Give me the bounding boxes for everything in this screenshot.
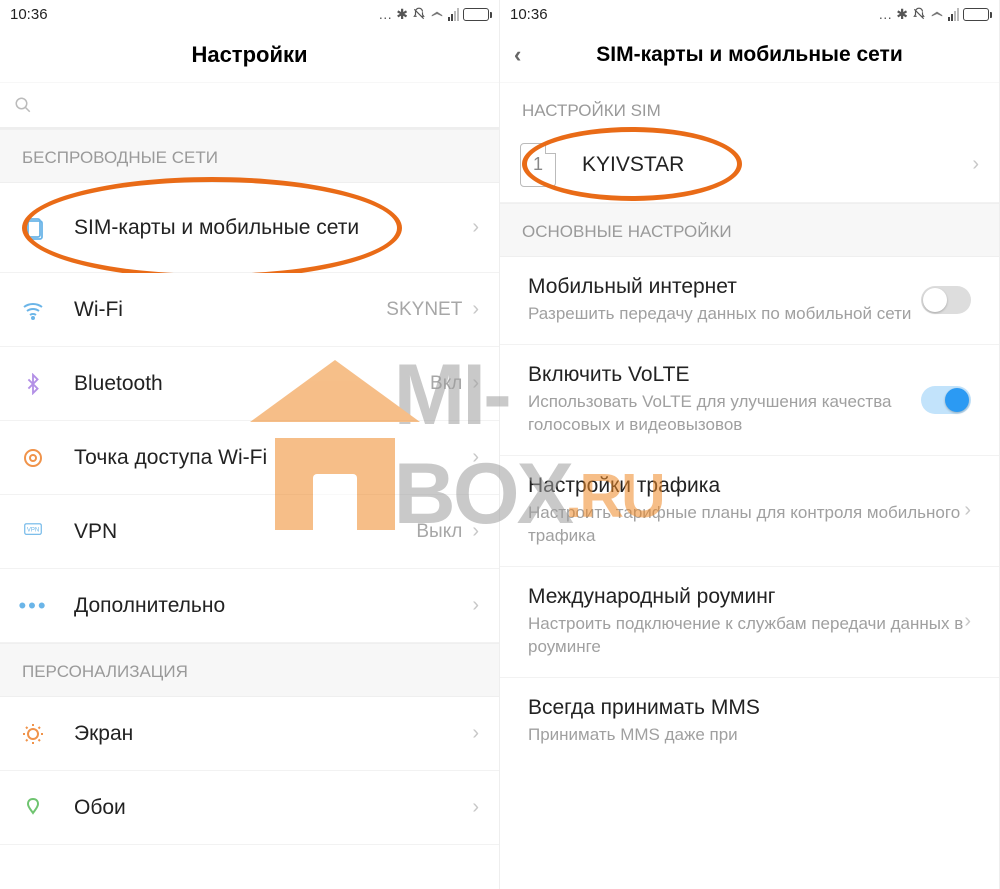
chevron-right-icon: › xyxy=(472,520,479,543)
vpn-value: Выкл xyxy=(416,521,462,543)
status-icons: … ✱ xyxy=(878,6,989,23)
wifi-value: SKYNET xyxy=(386,299,462,321)
section-sim-settings: НАСТРОЙКИ SIM xyxy=(500,83,999,127)
row-vpn[interactable]: VPN VPN Выкл › xyxy=(0,495,499,569)
airplane-icon xyxy=(930,7,944,21)
chevron-right-icon: › xyxy=(472,446,479,469)
wallpaper-icon xyxy=(20,795,46,821)
status-bar: 10:36 … ✱ xyxy=(0,0,499,28)
row-mobile-data[interactable]: Мобильный интернет Разрешить передачу да… xyxy=(500,257,999,345)
signal-icon xyxy=(948,8,959,21)
chevron-right-icon: › xyxy=(472,722,479,745)
bluetooth-value: Вкл xyxy=(430,373,462,395)
toggle-volte[interactable] xyxy=(921,386,971,414)
row-mms[interactable]: Всегда принимать MMS Принимать MMS даже … xyxy=(500,678,999,765)
row-wallpaper[interactable]: Обои › xyxy=(0,771,499,845)
airplane-icon xyxy=(430,7,444,21)
sim-icon xyxy=(20,215,46,241)
chevron-right-icon: › xyxy=(964,610,971,633)
row-hotspot[interactable]: Точка доступа Wi-Fi › xyxy=(0,421,499,495)
display-icon xyxy=(20,721,46,747)
sim-slot-icon: 1 xyxy=(520,143,556,187)
row-more[interactable]: ••• Дополнительно › xyxy=(0,569,499,643)
section-wireless: БЕСПРОВОДНЫЕ СЕТИ xyxy=(0,129,499,183)
hotspot-icon xyxy=(20,445,46,471)
chevron-right-icon: › xyxy=(472,216,479,239)
search-icon xyxy=(14,96,32,114)
row-sim-cards[interactable]: SIM-карты и мобильные сети › xyxy=(0,183,499,273)
page-title: Настройки xyxy=(0,28,499,83)
battery-icon xyxy=(963,8,989,21)
status-icons: … ✱ xyxy=(378,6,489,23)
signal-icon xyxy=(448,8,459,21)
svg-text:VPN: VPN xyxy=(27,527,39,533)
search-input[interactable] xyxy=(0,83,499,129)
bluetooth-icon xyxy=(20,371,46,397)
row-traffic[interactable]: Настройки трафика Настроить тарифные пла… xyxy=(500,456,999,567)
chevron-right-icon: › xyxy=(472,298,479,321)
status-time: 10:36 xyxy=(510,6,548,23)
wifi-icon xyxy=(20,297,46,323)
section-main-settings: ОСНОВНЫЕ НАСТРОЙКИ xyxy=(500,203,999,257)
status-bar: 10:36 … ✱ xyxy=(500,0,999,28)
section-personalization: ПЕРСОНАЛИЗАЦИЯ xyxy=(0,643,499,697)
more-icon: ••• xyxy=(20,593,46,619)
row-volte[interactable]: Включить VoLTE Использовать VoLTE для ул… xyxy=(500,345,999,456)
page-title: ‹ SIM-карты и мобильные сети xyxy=(500,28,999,83)
battery-icon xyxy=(463,8,489,21)
status-time: 10:36 xyxy=(10,6,48,23)
toggle-mobile-data[interactable] xyxy=(921,286,971,314)
row-sim-slot[interactable]: 1 KYIVSTAR › xyxy=(500,127,999,203)
row-roaming[interactable]: Международный роуминг Настроить подключе… xyxy=(500,567,999,678)
back-button[interactable]: ‹ xyxy=(514,42,521,68)
mute-icon xyxy=(412,7,426,21)
vpn-icon: VPN xyxy=(20,519,46,545)
chevron-right-icon: › xyxy=(972,153,979,176)
mute-icon xyxy=(912,7,926,21)
chevron-right-icon: › xyxy=(472,796,479,819)
chevron-right-icon: › xyxy=(964,499,971,522)
row-display[interactable]: Экран › xyxy=(0,697,499,771)
chevron-right-icon: › xyxy=(472,372,479,395)
row-bluetooth[interactable]: Bluetooth Вкл › xyxy=(0,347,499,421)
row-wifi[interactable]: Wi-Fi SKYNET › xyxy=(0,273,499,347)
chevron-right-icon: › xyxy=(472,594,479,617)
